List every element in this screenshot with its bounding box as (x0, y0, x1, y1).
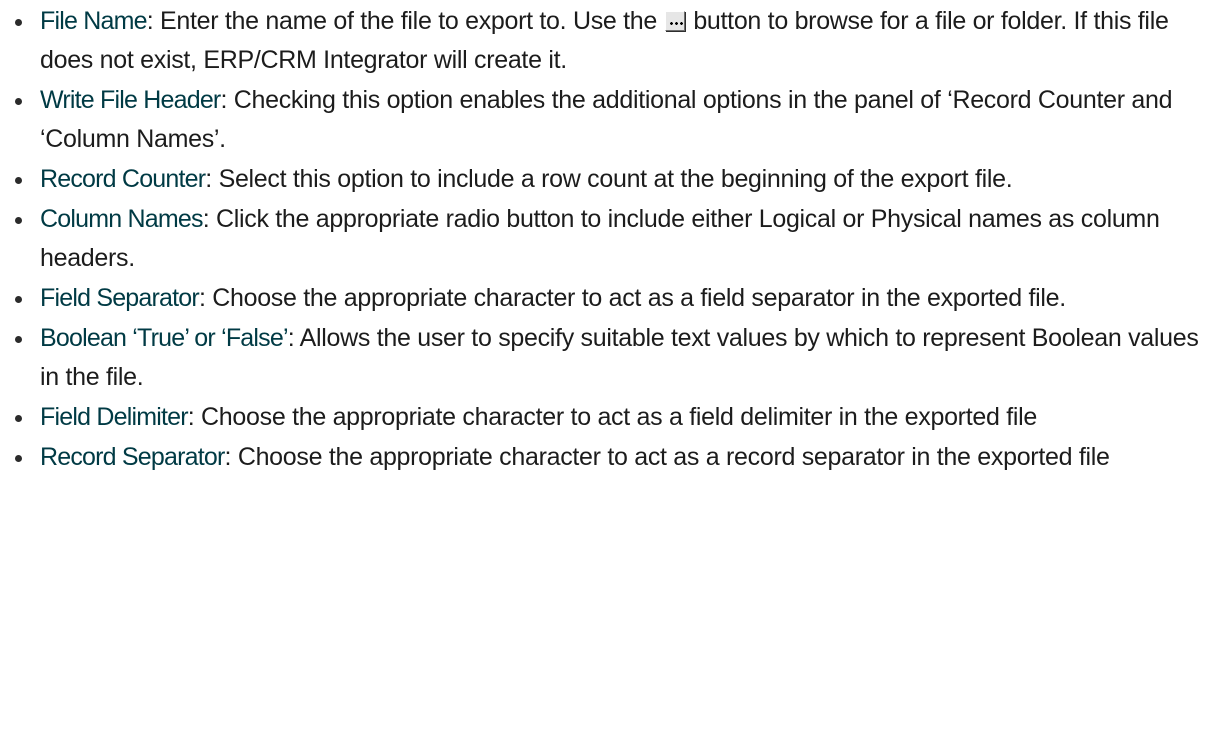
bullet-icon (15, 98, 22, 105)
list-item-column-names: Column Names: Click the appropriate radi… (0, 200, 1230, 278)
description-field-separator: : Choose the appropriate character to ac… (198, 284, 1066, 312)
bullet-icon (15, 177, 22, 184)
option-list: File Name: Enter the name of the file to… (0, 2, 1230, 477)
term-boolean-true-false: Boolean ‘True’ or ‘False’ (40, 324, 289, 352)
term-record-separator: Record Separator (40, 443, 225, 471)
term-field-delimiter: Field Delimiter (40, 403, 189, 431)
list-item-field-separator: Field Separator: Choose the appropriate … (0, 279, 1230, 318)
list-item-field-delimiter: Field Delimiter: Choose the appropriate … (0, 398, 1230, 437)
term-column-names: Column Names (40, 205, 203, 233)
description-field-delimiter: : Choose the appropriate character to ac… (187, 403, 1038, 431)
bullet-icon (15, 296, 22, 303)
ellipsis-browse-icon (664, 11, 685, 31)
document-page: File Name: Enter the name of the file to… (0, 2, 1230, 755)
bullet-icon (15, 217, 22, 224)
term-file-name: File Name (40, 7, 148, 35)
term-record-counter: Record Counter (40, 165, 206, 193)
list-item-record-separator: Record Separator: Choose the appropriate… (0, 438, 1230, 477)
term-field-separator: Field Separator (40, 284, 200, 312)
description-record-separator: : Choose the appropriate character to ac… (224, 443, 1110, 471)
list-item-file-name: File Name: Enter the name of the file to… (0, 2, 1230, 80)
description-file-name-part1: : Enter the name of the file to export t… (146, 7, 664, 35)
bullet-icon (15, 415, 22, 422)
bullet-icon (15, 19, 22, 26)
bullet-icon (15, 455, 22, 462)
list-item-boolean-true-false: Boolean ‘True’ or ‘False’: Allows the us… (0, 319, 1230, 397)
list-item-record-counter: Record Counter: Select this option to in… (0, 160, 1230, 199)
description-record-counter: : Select this option to include a row co… (205, 165, 1013, 193)
bullet-icon (15, 336, 22, 343)
list-item-write-file-header: Write File Header: Checking this option … (0, 81, 1230, 159)
term-write-file-header: Write File Header (40, 86, 221, 114)
description-column-names: : Click the appropriate radio button to … (40, 205, 1160, 272)
